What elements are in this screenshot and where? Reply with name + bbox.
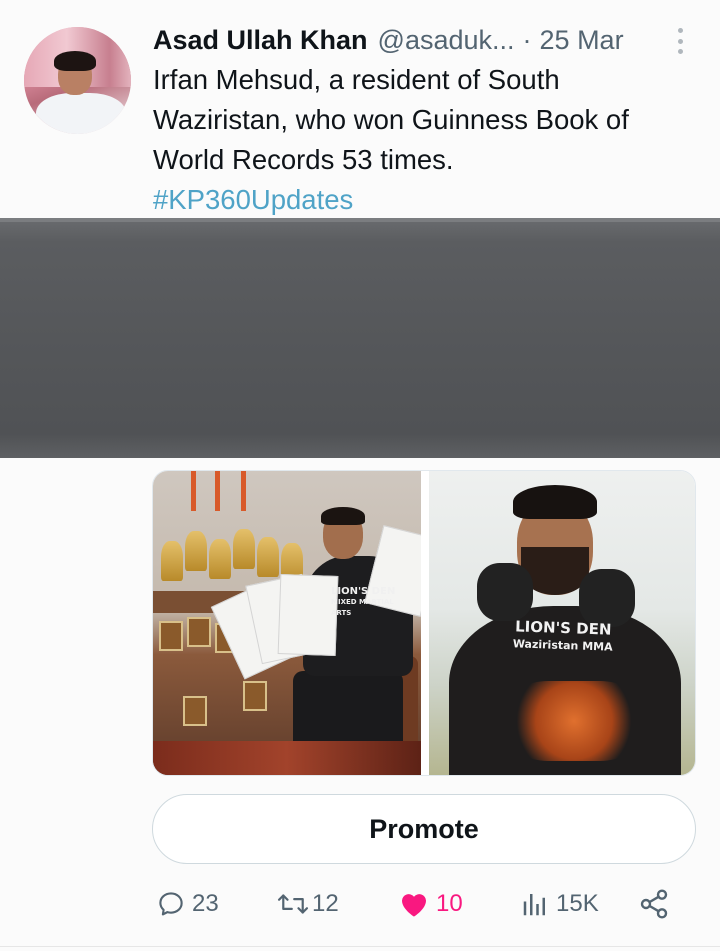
share-button[interactable] [638,884,670,924]
author-handle[interactable]: @asaduk... [378,25,515,56]
tweet-text-line: Waziristan, who won Guinness Book of [153,104,629,135]
right-shirt-print: LION'S DEN Waziristan MMA [492,617,633,658]
tweet-text: Irfan Mehsud, a resident of South Waziri… [153,60,693,180]
author-avatar[interactable] [24,27,131,134]
tweet-date[interactable]: 25 Mar [540,25,624,56]
left-shirt-print: LION'S DEN MIXED MARTIAL ARTS [331,586,403,619]
more-options-icon[interactable] [672,28,688,54]
redacted-overlay [0,218,720,458]
heart-icon [402,894,426,917]
like-count: 10 [436,890,463,917]
photo-trophies[interactable]: LION'S DEN MIXED MARTIAL ARTS [153,471,421,775]
reply-count: 23 [192,890,219,917]
like-button[interactable]: 10 [398,884,463,924]
left-shirt-line: LION'S DEN [331,586,396,597]
author-name[interactable]: Asad Ullah Khan [153,25,368,56]
share-icon [640,889,668,919]
tweet-header: Asad Ullah Khan @asaduk... · 25 Mar [153,22,624,58]
tweet-page: Asad Ullah Khan @asaduk... · 25 Mar Irfa… [0,0,720,951]
repost-button[interactable]: 12 [276,884,339,924]
views-count: 15K [556,890,599,917]
tweet-text-line: World Records 53 times. [153,144,454,175]
media-grid: LION'S DEN MIXED MARTIAL ARTS LION'S DEN… [152,470,696,776]
reply-icon [159,892,183,916]
promote-label: Promote [369,813,479,844]
divider [0,946,720,947]
tweet-actions: 23 12 10 15K [152,884,692,924]
views-button[interactable]: 15K [520,884,599,924]
separator-dot: · [522,24,532,55]
views-chart-icon [523,894,545,916]
reply-button[interactable]: 23 [156,884,219,924]
repost-icon [277,894,309,914]
photo-fighter[interactable]: LION'S DEN Waziristan MMA [429,471,695,775]
tweet-text-line: Irfan Mehsud, a resident of South [153,64,560,95]
promote-button[interactable]: Promote [152,794,696,864]
repost-count: 12 [312,890,339,917]
hashtag-link[interactable]: #KP360Updates [153,180,353,220]
left-shirt-line: MIXED MARTIAL ARTS [331,598,394,617]
